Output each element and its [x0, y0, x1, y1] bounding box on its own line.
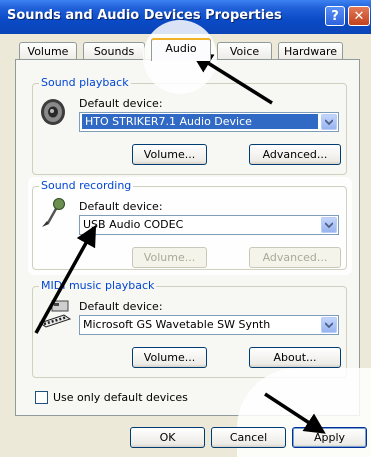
cancel-button[interactable]: Cancel	[211, 427, 286, 448]
tab-sounds[interactable]: Sounds	[83, 42, 145, 60]
playback-volume-button[interactable]: Volume...	[132, 144, 207, 165]
recording-advanced-button[interactable]: Advanced...	[249, 247, 341, 268]
tab-panel: Sound playback Default device: HTO STRIK…	[15, 59, 360, 416]
group-midi-playback: MIDI music playback Default device: Micr…	[32, 279, 347, 378]
playback-device-select[interactable]: HTO STRIKER7.1 Audio Device	[79, 112, 339, 132]
recording-legend: Sound recording	[39, 179, 134, 192]
midi-volume-button[interactable]: Volume...	[132, 347, 207, 368]
playback-default-label: Default device:	[79, 97, 163, 110]
use-default-devices-checkbox[interactable]	[35, 391, 48, 404]
window-title: Sounds and Audio Devices Properties	[7, 8, 282, 23]
playback-device-value: HTO STRIKER7.1 Audio Device	[82, 114, 318, 129]
microphone-icon	[42, 198, 65, 227]
recording-default-label: Default device:	[79, 200, 163, 213]
midi-about-button[interactable]: About...	[249, 347, 341, 368]
group-sound-playback: Sound playback Default device: HTO STRIK…	[32, 76, 347, 175]
midi-default-label: Default device:	[79, 300, 163, 313]
tab-volume[interactable]: Volume	[19, 42, 77, 60]
playback-legend: Sound playback	[39, 76, 131, 89]
help-button[interactable]: ?	[325, 6, 345, 26]
midi-device-value: Microsoft GS Wavetable SW Synth	[83, 318, 271, 331]
playback-advanced-button[interactable]: Advanced...	[249, 144, 341, 165]
apply-button[interactable]: Apply	[292, 427, 367, 448]
recording-device-value: USB Audio CODEC	[83, 218, 184, 231]
midi-device-select[interactable]: Microsoft GS Wavetable SW Synth	[79, 315, 339, 335]
chevron-down-icon[interactable]	[321, 317, 337, 333]
midi-keyboard-icon	[38, 300, 72, 328]
recording-volume-button[interactable]: Volume...	[132, 247, 207, 268]
recording-device-select[interactable]: USB Audio CODEC	[79, 215, 339, 235]
tab-audio-focus[interactable]: Audio	[151, 38, 211, 61]
speaker-icon	[41, 99, 65, 125]
midi-legend: MIDI music playback	[39, 279, 157, 292]
ok-button[interactable]: OK	[130, 427, 205, 448]
close-button[interactable]: ✕	[348, 6, 370, 26]
dialog-window: Sounds and Audio Devices Properties ? ✕ …	[0, 0, 371, 457]
group-sound-recording: Sound recording Default device: USB Audi…	[32, 179, 347, 270]
chevron-down-icon[interactable]	[321, 217, 337, 233]
use-default-devices-label: Use only default devices	[53, 391, 188, 404]
chevron-down-icon[interactable]	[321, 114, 337, 130]
tab-hardware[interactable]: Hardware	[278, 42, 343, 60]
tab-voice[interactable]: Voice	[217, 42, 272, 60]
